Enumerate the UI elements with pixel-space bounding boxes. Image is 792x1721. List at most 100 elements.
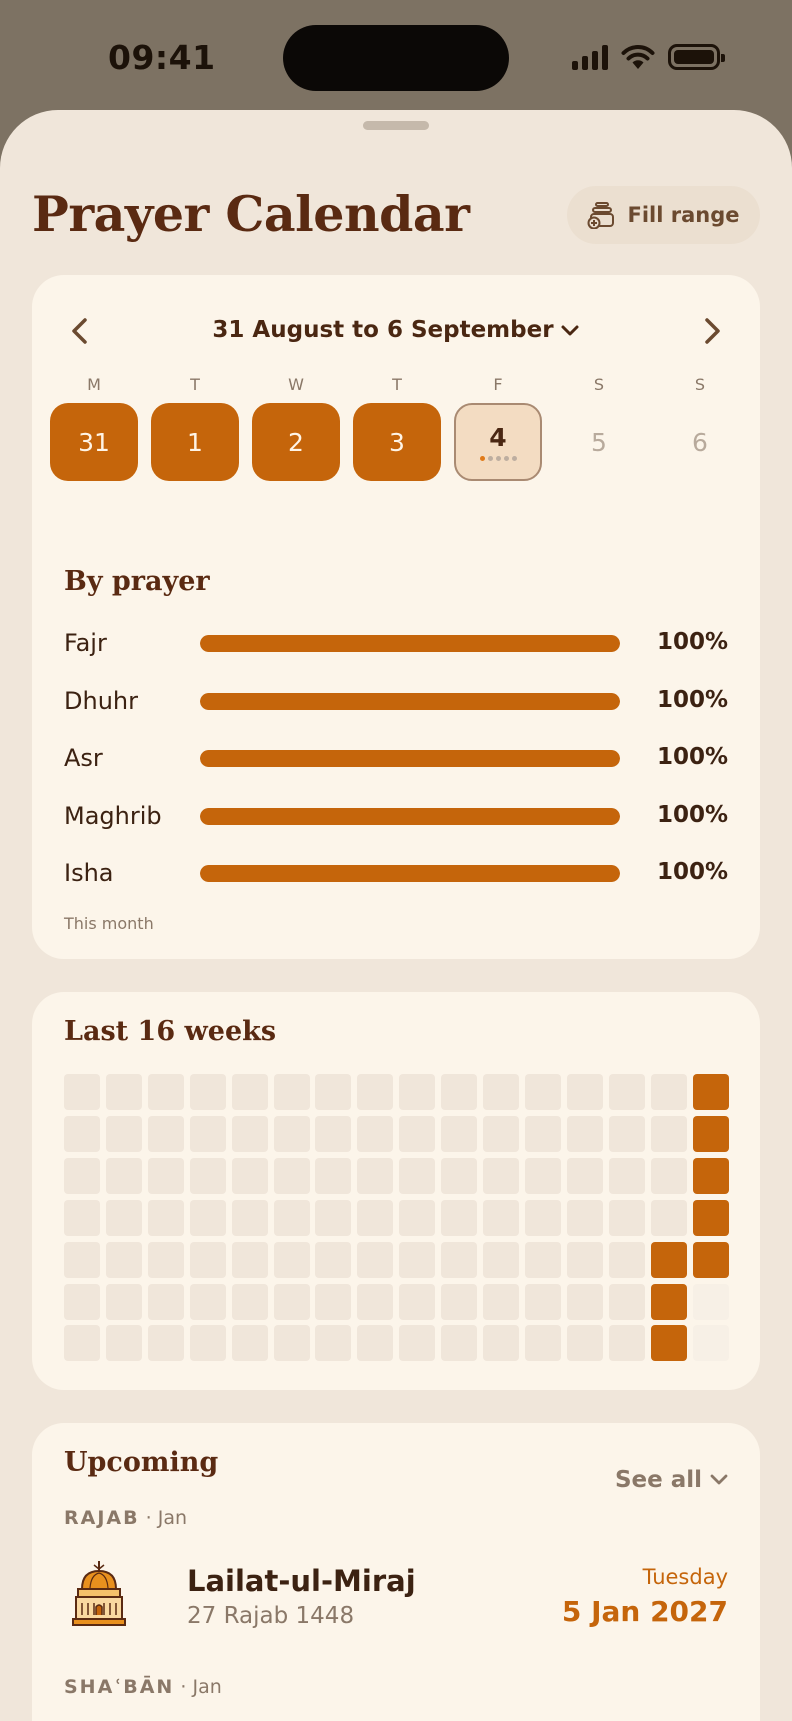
heatmap-cell [399,1074,436,1110]
heatmap-cell [273,1199,310,1236]
heatmap-cell [650,1283,687,1320]
heatmap-cell [231,1115,268,1152]
day-cell-6[interactable]: 6 [656,403,744,481]
weekday-label: S [593,375,605,394]
day-cell-3[interactable]: 3 [353,403,441,481]
upcoming-title: Upcoming [64,1447,219,1478]
heatmap-cell [608,1199,645,1236]
heatmap-cell [231,1199,268,1236]
heatmap-cell [357,1325,394,1362]
heatmap-cell [692,1241,729,1278]
heatmap-cell [189,1283,226,1320]
chevron-down-icon [710,1474,728,1485]
heatmap-cell [64,1199,100,1236]
period-note: This month [64,914,154,933]
heatmap-cell [483,1325,519,1362]
heatmap-cell [650,1074,687,1110]
heatmap-cell [315,1325,352,1362]
by-prayer-title: By prayer [64,566,210,597]
heatmap-cell [231,1074,268,1110]
status-time: 09:41 [108,38,216,77]
heatmap-cell [315,1115,352,1152]
heatmap-cell [273,1325,310,1362]
day-cell-4[interactable]: 4 [454,403,542,481]
heatmap-cell [147,1157,184,1194]
heatmap-cell [441,1241,478,1278]
see-all-button[interactable]: See all [615,1467,728,1493]
heatmap-cell [315,1074,352,1110]
day-number: 2 [288,427,304,457]
wifi-icon [621,45,655,69]
month-group-label: SHAʿBĀN · Jan [64,1676,222,1698]
heatmap-cell [650,1115,687,1152]
next-week-button[interactable] [692,311,732,351]
weekday-label: M [87,375,101,394]
heatmap-cell [105,1157,142,1194]
status-icons [572,44,725,70]
heatmap-cell [650,1157,687,1194]
heatmap-cell [524,1325,561,1362]
heatmap-cell [608,1157,645,1194]
heatmap-cell [608,1241,645,1278]
heatmap-cell [189,1074,226,1110]
heatmap-cell [147,1241,184,1278]
heatmap-cell [566,1157,603,1194]
heatmap-cell [189,1325,226,1362]
prayer-progress-bar [200,635,620,652]
sheet: Prayer Calendar Fill range 31 August to … [0,110,792,1721]
sheet-grabber[interactable] [363,121,429,130]
weekday-header: M T W T F S S [50,375,744,394]
heatmap-cell [357,1199,394,1236]
event-date: 5 Jan 2027 [561,1595,728,1628]
heatmap-cell [64,1157,100,1194]
day-cell-31[interactable]: 31 [50,403,138,481]
heatmap-cell [692,1074,729,1110]
event-weekday: Tuesday [642,1565,728,1589]
heatmap-cell [105,1241,142,1278]
heatmap-cell [105,1325,142,1362]
heatmap-cell [441,1325,478,1362]
last-16-weeks-title: Last 16 weeks [64,1016,277,1047]
prayer-row-dhuhr: Dhuhr 100% [64,681,728,721]
heatmap-cell [64,1241,100,1278]
weekday-label: F [493,375,503,394]
day-number: 6 [692,427,708,457]
event-row[interactable]: Lailat-ul-Miraj 27 Rajab 1448 Tuesday 5 … [64,1555,728,1635]
heatmap-cell [399,1199,436,1236]
week-range-selector[interactable]: 31 August to 6 September [32,317,760,343]
heatmap-cell [566,1283,603,1320]
heatmap-cell [147,1074,184,1110]
prayer-name: Dhuhr [64,686,138,715]
fill-range-button[interactable]: Fill range [567,186,760,244]
heatmap-cell [483,1115,519,1152]
upcoming-card: Upcoming See all RAJAB · Jan Lailat-ul-M… [32,1423,760,1721]
heatmap-cell [441,1115,478,1152]
heatmap-cell [566,1241,603,1278]
prayer-name: Asr [64,744,103,772]
day-number: 31 [78,427,110,457]
month-group-label: RAJAB · Jan [64,1507,187,1529]
day-cell-2[interactable]: 2 [252,403,340,481]
heatmap-cell [399,1115,436,1152]
heatmap-cell [273,1115,310,1152]
prayer-dot [479,456,485,461]
heatmap-cell [189,1199,226,1236]
day-cell-1[interactable]: 1 [151,403,239,481]
heatmap-cell [692,1199,729,1236]
heatmap-cell [399,1241,436,1278]
day-cell-5[interactable]: 5 [555,403,643,481]
dome-of-the-rock-icon [72,1561,126,1626]
last-16-weeks-card: Last 16 weeks [32,992,760,1390]
heatmap-cell [357,1283,394,1320]
heatmap-cell [147,1283,184,1320]
heatmap-cell [566,1199,603,1236]
see-all-label: See all [614,1467,702,1493]
heatmap-cell [357,1241,394,1278]
prayer-name: Isha [64,859,114,887]
heatmap-cell [483,1074,519,1110]
prayer-dot [487,456,493,461]
heatmap-cell [273,1241,310,1278]
prayer-progress-fill [200,750,620,767]
heatmap-cell [483,1283,519,1320]
heatmap-cell [608,1283,645,1320]
